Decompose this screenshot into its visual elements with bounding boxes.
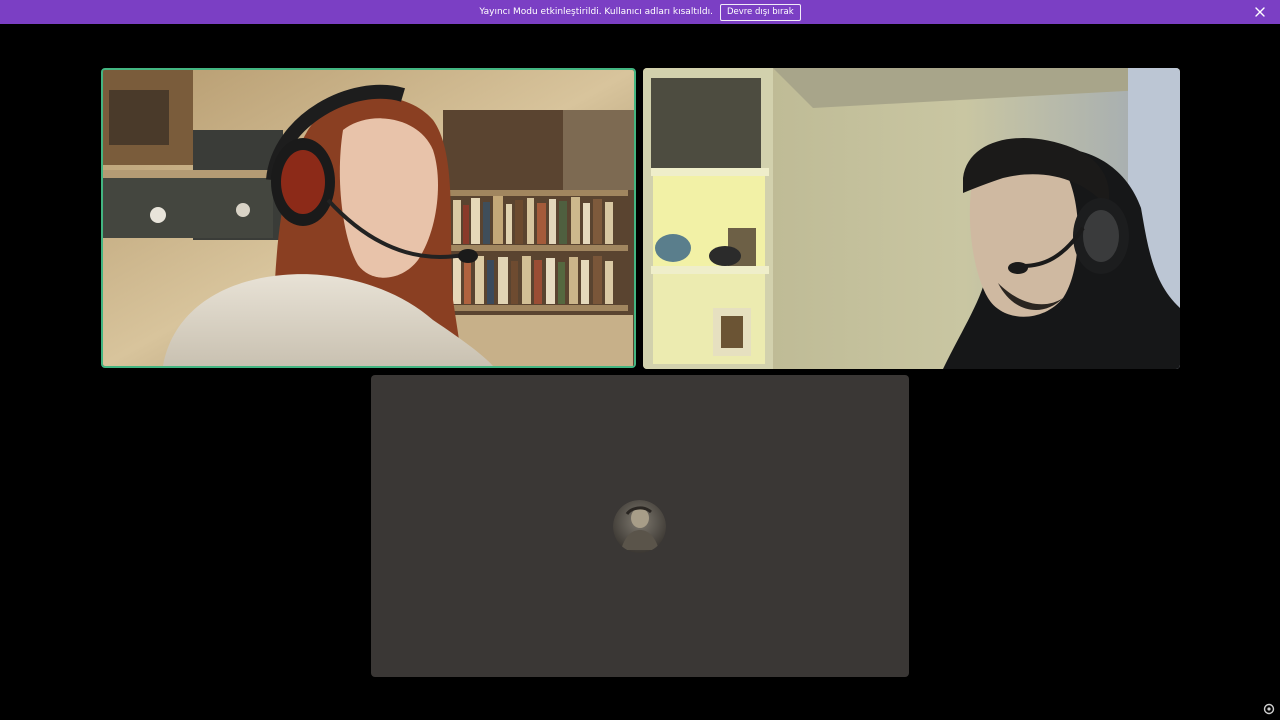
streamer-mode-banner: Yayıncı Modu etkinleştirildi. Kullanıcı … — [0, 0, 1280, 24]
disable-streamer-mode-button[interactable]: Devre dışı bırak — [719, 3, 801, 21]
participant-avatar-tile-3[interactable] — [371, 375, 909, 677]
participant-video-tile-2[interactable] — [643, 68, 1180, 369]
banner-message: Yayıncı Modu etkinleştirildi. Kullanıcı … — [479, 7, 713, 17]
close-icon[interactable] — [1252, 4, 1268, 20]
participant-video-1 — [103, 70, 634, 366]
settings-icon[interactable] — [1261, 701, 1277, 717]
participant-video-2 — [643, 68, 1180, 369]
participant-video-tile-1[interactable] — [101, 68, 636, 368]
user-avatar — [613, 500, 666, 553]
